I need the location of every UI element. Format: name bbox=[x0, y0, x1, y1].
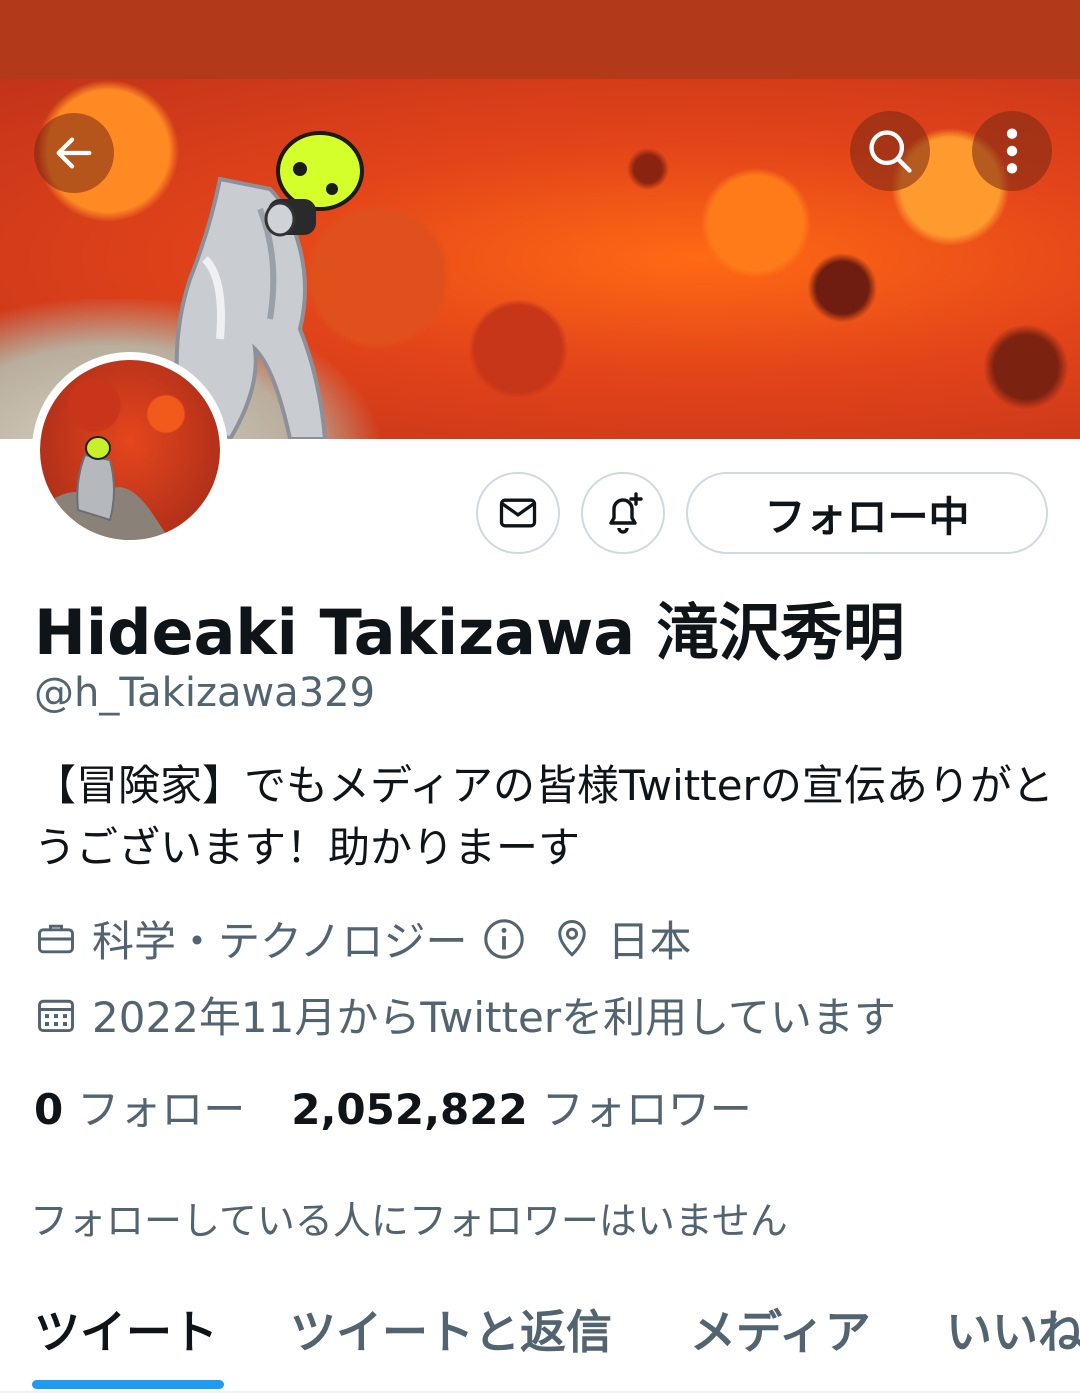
follow-stats: 0 フォロー 2,052,822 フォロワー bbox=[34, 1076, 752, 1137]
profile-joined-date: 2022年11月からTwitterを利用しています bbox=[92, 993, 896, 1042]
avatar[interactable] bbox=[32, 352, 228, 548]
display-name: Hideaki Takizawa 滝沢秀明 bbox=[34, 596, 905, 669]
followers-label: フォロワー bbox=[541, 1085, 752, 1134]
followers-link[interactable]: 2,052,822 フォロワー bbox=[291, 1076, 752, 1137]
tab-tweets[interactable]: ツイート bbox=[34, 1296, 218, 1362]
following-button[interactable]: フォロー中 bbox=[686, 472, 1048, 554]
followed-by-note: フォローしている人にフォロワーはいません bbox=[30, 1199, 788, 1243]
tab-tweets-and-replies[interactable]: ツイートと返信 bbox=[290, 1296, 612, 1362]
location-pin-icon bbox=[558, 919, 587, 957]
mail-icon bbox=[499, 498, 537, 528]
following-label: フォロー bbox=[77, 1085, 246, 1134]
briefcase-icon bbox=[38, 924, 74, 953]
search-button[interactable] bbox=[850, 111, 930, 191]
more-vertical-icon bbox=[1006, 128, 1018, 174]
tab-media[interactable]: メディア bbox=[690, 1296, 871, 1362]
search-icon bbox=[869, 130, 912, 173]
profile-tabs: ツイート ツイートと返信 メディア いいね bbox=[0, 1290, 1080, 1393]
following-link[interactable]: 0 フォロー bbox=[34, 1076, 245, 1137]
notify-button[interactable] bbox=[581, 472, 665, 554]
calendar-icon bbox=[38, 999, 74, 1032]
followers-count: 2,052,822 bbox=[291, 1085, 528, 1134]
following-count: 0 bbox=[34, 1085, 64, 1134]
bell-plus-icon bbox=[609, 492, 643, 534]
profile-location: 日本 bbox=[607, 917, 692, 966]
arrow-left-icon bbox=[56, 137, 92, 169]
info-icon[interactable] bbox=[481, 916, 527, 962]
back-button[interactable] bbox=[34, 113, 114, 193]
tab-likes[interactable]: いいね bbox=[946, 1296, 1080, 1362]
following-button-label: フォロー中 bbox=[764, 493, 970, 541]
avatar-figure bbox=[40, 436, 170, 540]
profile-joined-row: 2022年11月からTwitterを利用しています bbox=[34, 984, 896, 1045]
user-handle: @h_Takizawa329 bbox=[34, 670, 376, 716]
profile-category: 科学・テクノロジー bbox=[92, 917, 468, 966]
profile-meta-row: 科学・テクノロジー 日本 bbox=[34, 908, 692, 969]
more-options-button[interactable] bbox=[972, 111, 1052, 191]
status-bar bbox=[0, 0, 1080, 79]
active-tab-indicator bbox=[32, 1380, 224, 1389]
profile-bio: 【冒険家】でもメディアの皆様Twitterの宣伝ありがとうございます！助かりまー… bbox=[34, 761, 1054, 872]
avatar-image bbox=[40, 360, 220, 540]
message-button[interactable] bbox=[476, 472, 560, 554]
